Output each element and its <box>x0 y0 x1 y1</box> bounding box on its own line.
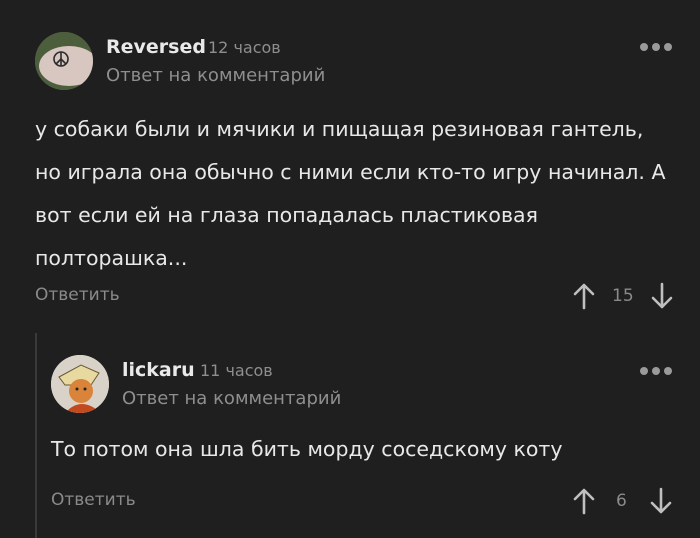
arrow-down-icon[interactable] <box>650 282 674 310</box>
reply-to-link[interactable]: Ответ на комментарий <box>106 65 325 86</box>
comment-text: То потом она шла бить морду соседскому к… <box>51 437 563 461</box>
reply-button[interactable]: Ответить <box>51 490 136 510</box>
vote-controls: 15 <box>572 282 674 310</box>
timestamp: 12 часов <box>208 38 281 57</box>
vote-controls: 6 <box>572 487 673 515</box>
vote-count: 15 <box>612 286 634 306</box>
arrow-up-icon[interactable] <box>572 487 596 515</box>
reply-button[interactable]: Ответить <box>35 285 120 305</box>
username[interactable]: lickaru <box>122 359 195 381</box>
more-dots-icon[interactable] <box>640 367 672 375</box>
arrow-down-icon[interactable] <box>649 487 673 515</box>
avatar-image <box>51 355 109 413</box>
comment-reply: lickaru 11 часов Ответ на комментарий То… <box>0 330 700 538</box>
username[interactable]: Reversed <box>106 36 206 58</box>
avatar[interactable] <box>35 32 93 90</box>
comment-text: у собаки были и мячики и пищащая резинов… <box>35 117 666 270</box>
reply-to-link[interactable]: Ответ на комментарий <box>122 388 341 409</box>
avatar-image <box>35 32 93 90</box>
timestamp: 11 часов <box>200 361 273 380</box>
vote-count: 6 <box>616 491 627 511</box>
arrow-up-icon[interactable] <box>572 282 596 310</box>
avatar[interactable] <box>51 355 109 413</box>
comment: Reversed 12 часов Ответ на комментарий у… <box>0 0 700 330</box>
more-dots-icon[interactable] <box>640 43 672 51</box>
